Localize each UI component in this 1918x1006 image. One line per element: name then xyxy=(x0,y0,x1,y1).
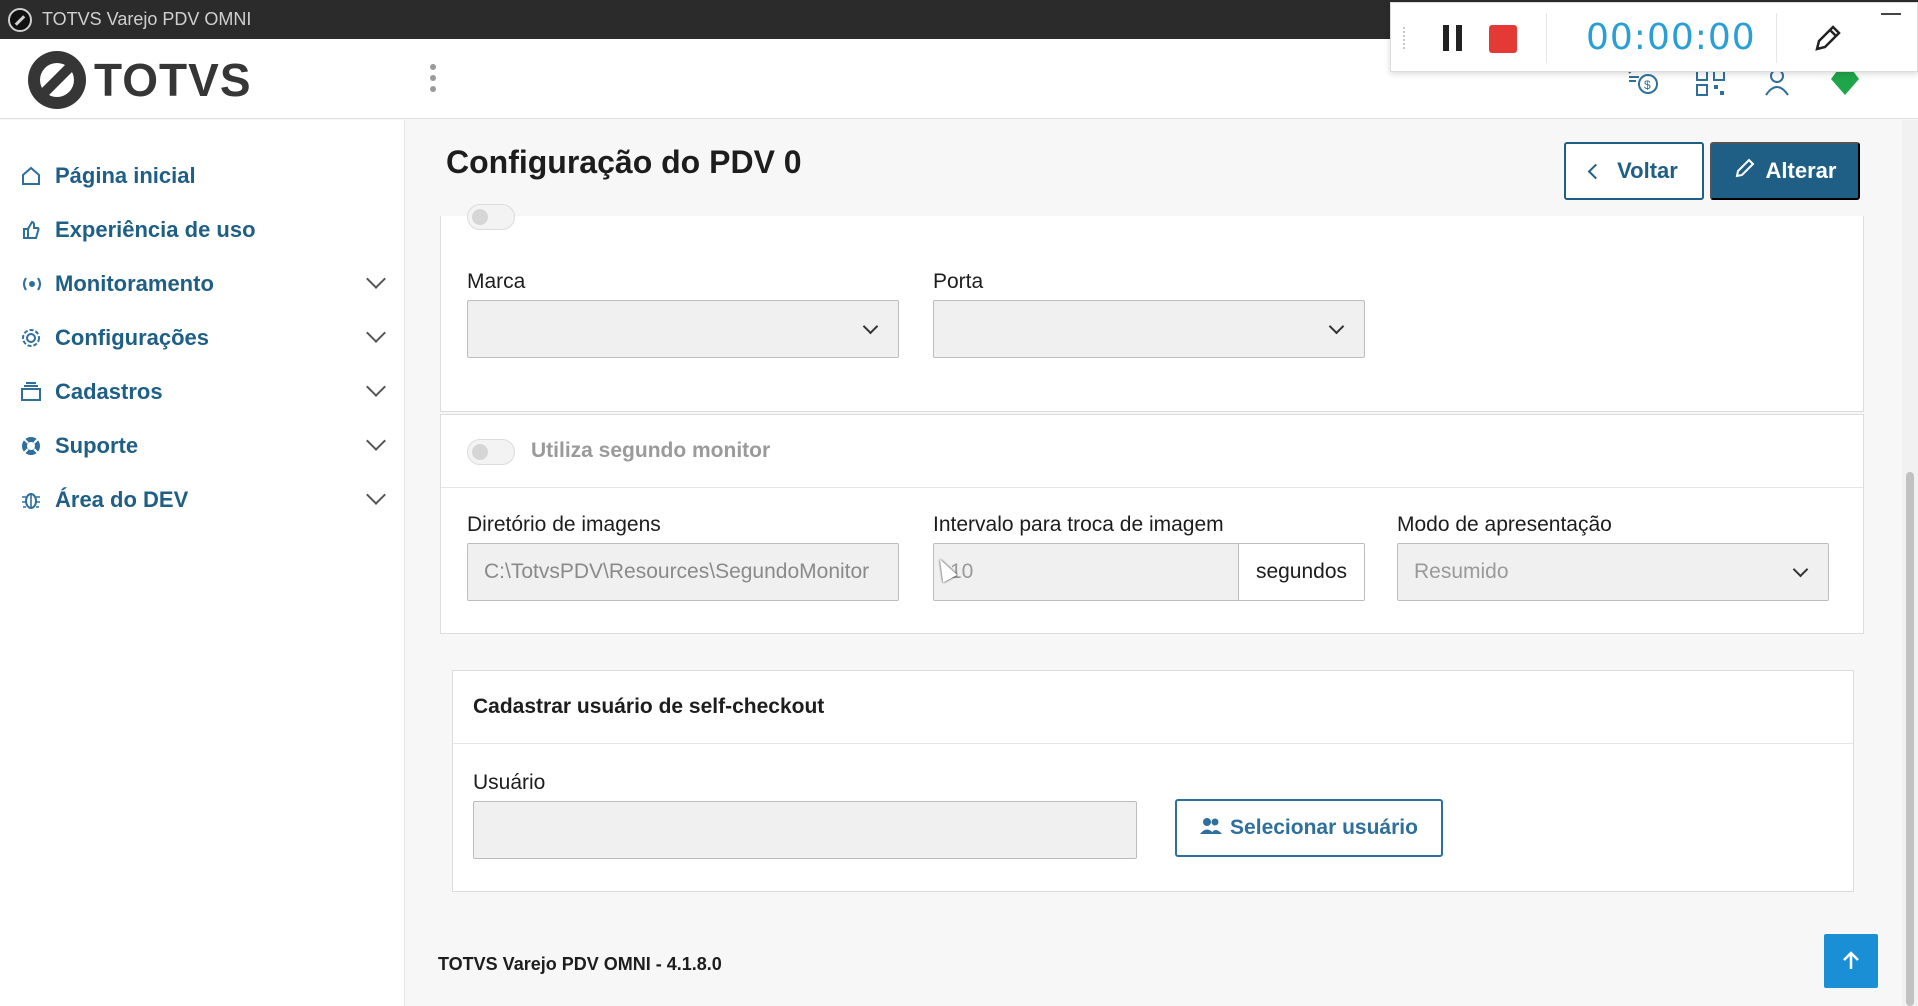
sidebar-item-label: Monitoramento xyxy=(55,271,214,296)
totvs-logo-icon xyxy=(28,51,86,109)
totvs-logo[interactable]: TOTVS xyxy=(28,51,252,109)
bug-icon xyxy=(20,489,42,511)
back-button-label: Voltar xyxy=(1617,158,1678,183)
sidebar-item-label: Suporte xyxy=(55,433,139,458)
divider xyxy=(1546,13,1547,63)
page-scrollbar[interactable] xyxy=(1902,120,1918,1006)
chevron-down-icon xyxy=(1328,318,1345,335)
sidebar-item-label: Página inicial xyxy=(55,163,196,188)
main-content: Configuração do PDV 0 Voltar Alterar Mar… xyxy=(406,120,1902,1006)
select-user-label: Selecionar usuário xyxy=(1230,816,1418,839)
pause-icon[interactable] xyxy=(1443,25,1463,51)
edit-button[interactable]: Alterar xyxy=(1710,142,1860,200)
sidebar-item-cadastros[interactable]: Cadastros xyxy=(0,368,405,416)
divider xyxy=(1776,13,1777,63)
sidebar-item-label: Área do DEV xyxy=(55,487,189,512)
window-title: TOTVS Varejo PDV OMNI xyxy=(42,9,252,29)
interval-unit: segundos xyxy=(1238,543,1365,601)
porta-select[interactable] xyxy=(933,300,1365,358)
divider xyxy=(453,743,1853,744)
second-monitor-card: Utiliza segundo monitor Diretório de ima… xyxy=(440,414,1864,634)
sidebar-item-pagina-inicial[interactable]: Página inicial xyxy=(0,152,405,200)
mode-select[interactable]: Resumido xyxy=(1397,543,1829,601)
chevron-down-icon[interactable] xyxy=(366,485,386,505)
self-checkout-title: Cadastrar usuário de self-checkout xyxy=(473,695,825,718)
interval-input[interactable]: 10 xyxy=(933,543,1239,601)
broadcast-icon xyxy=(20,273,42,295)
sidebar-item-monitoramento[interactable]: Monitoramento xyxy=(0,260,405,308)
svg-text:$: $ xyxy=(1644,78,1651,92)
chevron-down-icon[interactable] xyxy=(366,431,386,451)
printer-config-card: Marca Porta xyxy=(440,204,1864,412)
interval-label: Intervalo para troca de imagem xyxy=(933,513,1224,536)
divider xyxy=(441,487,1863,488)
printer-toggle[interactable] xyxy=(467,204,515,230)
self-checkout-card: Cadastrar usuário de self-checkout Usuár… xyxy=(452,670,1854,892)
scroll-to-top-button[interactable] xyxy=(1824,934,1878,988)
dir-label: Diretório de imagens xyxy=(467,513,661,536)
minimize-icon[interactable] xyxy=(1881,13,1901,15)
chevron-down-icon[interactable] xyxy=(366,377,386,397)
sidebar-item-label: Experiência de uso xyxy=(55,217,256,242)
sidebar-item-experiencia[interactable]: Experiência de uso xyxy=(0,206,405,254)
footer-version: TOTVS Varejo PDV OMNI - 4.1.8.0 xyxy=(438,954,722,974)
logo-text: TOTVS xyxy=(94,54,252,106)
sidebar-item-suporte[interactable]: Suporte xyxy=(0,422,405,470)
mode-label: Modo de apresentação xyxy=(1397,513,1612,536)
porta-label: Porta xyxy=(933,270,984,293)
sidebar: Página inicial Experiência de uso Monito… xyxy=(0,120,405,1006)
back-button[interactable]: Voltar xyxy=(1564,142,1704,200)
screen-recorder-toolbar: 00:00:00 xyxy=(1390,2,1918,72)
chevron-down-icon xyxy=(862,318,879,335)
stop-record-icon[interactable] xyxy=(1489,25,1517,53)
edit-button-label: Alterar xyxy=(1765,158,1837,183)
user-label: Usuário xyxy=(473,771,546,794)
chevron-down-icon xyxy=(1792,561,1809,578)
recording-timer: 00:00:00 xyxy=(1586,17,1756,58)
dir-input[interactable]: C:\TotvsPDV\Resources\SegundoMonitor xyxy=(467,543,899,601)
thumbs-up-icon xyxy=(20,219,42,241)
cards-icon xyxy=(20,381,42,403)
select-user-button[interactable]: Selecionar usuário xyxy=(1175,799,1443,857)
chevron-down-icon[interactable] xyxy=(366,323,386,343)
pencil-icon xyxy=(1734,157,1756,185)
drag-handle-icon[interactable] xyxy=(1403,27,1409,49)
chevron-left-icon xyxy=(1587,163,1604,179)
scrollbar-thumb[interactable] xyxy=(1906,472,1914,1006)
marca-select[interactable] xyxy=(467,300,899,358)
sidebar-item-label: Cadastros xyxy=(55,379,163,404)
second-monitor-toggle[interactable] xyxy=(467,439,515,465)
sidebar-item-configuracoes[interactable]: Configurações xyxy=(0,314,405,362)
sidebar-item-area-dev[interactable]: Área do DEV xyxy=(0,476,405,524)
page-title: Configuração do PDV 0 xyxy=(446,144,802,180)
dir-value: C:\TotvsPDV\Resources\SegundoMonitor xyxy=(484,560,870,583)
app-icon xyxy=(8,7,32,32)
gear-icon xyxy=(20,327,42,349)
marca-label: Marca xyxy=(467,270,526,293)
kebab-menu-icon[interactable] xyxy=(428,61,438,95)
home-icon xyxy=(20,165,42,187)
sidebar-item-label: Configurações xyxy=(55,325,210,350)
chevron-down-icon[interactable] xyxy=(366,269,386,289)
users-icon xyxy=(1200,817,1223,840)
second-monitor-label: Utiliza segundo monitor xyxy=(531,439,771,462)
user-input[interactable] xyxy=(473,801,1137,859)
lifebuoy-icon xyxy=(20,435,42,457)
pen-icon[interactable] xyxy=(1811,21,1845,63)
mode-value: Resumido xyxy=(1414,560,1509,583)
